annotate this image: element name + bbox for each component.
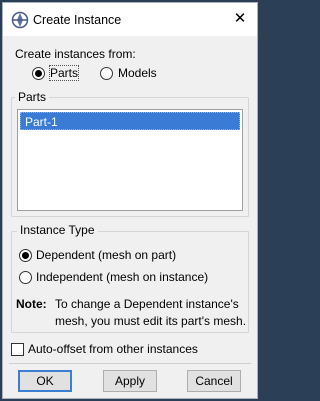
parts-radio-label[interactable]: Parts xyxy=(48,65,80,81)
create-from-label: Create instances from: xyxy=(15,47,136,61)
button-divider xyxy=(9,363,251,364)
note-line-1: To change a Dependent instance's xyxy=(55,297,239,311)
parts-list[interactable]: Part-1 xyxy=(17,109,243,211)
close-icon[interactable]: ✕ xyxy=(227,7,253,31)
dependent-radio[interactable] xyxy=(19,249,32,262)
window-title: Create Instance xyxy=(33,13,122,27)
note-line-2: mesh, you must edit its part's mesh. xyxy=(55,314,247,328)
note-label: Note: xyxy=(16,297,47,311)
dependent-radio-label[interactable]: Dependent (mesh on part) xyxy=(36,248,176,262)
models-radio[interactable] xyxy=(100,67,113,80)
cancel-button[interactable]: Cancel xyxy=(187,370,241,392)
parts-group-title: Parts xyxy=(15,90,50,104)
independent-radio[interactable] xyxy=(19,271,32,284)
create-instance-dialog: Create Instance ✕ Create instances from:… xyxy=(2,2,258,399)
auto-offset-label[interactable]: Auto-offset from other instances xyxy=(28,342,198,356)
list-item-part-1[interactable]: Part-1 xyxy=(20,112,240,130)
independent-radio-label[interactable]: Independent (mesh on instance) xyxy=(36,270,208,284)
parts-radio[interactable] xyxy=(32,67,45,80)
ok-button[interactable]: OK xyxy=(18,370,72,392)
instance-type-title: Instance Type xyxy=(17,223,98,237)
apply-button[interactable]: Apply xyxy=(103,370,157,392)
title-bar[interactable]: Create Instance ✕ xyxy=(3,3,257,36)
auto-offset-checkbox[interactable] xyxy=(11,343,24,356)
models-radio-label[interactable]: Models xyxy=(118,66,157,80)
abaqus-app-icon xyxy=(11,11,29,29)
